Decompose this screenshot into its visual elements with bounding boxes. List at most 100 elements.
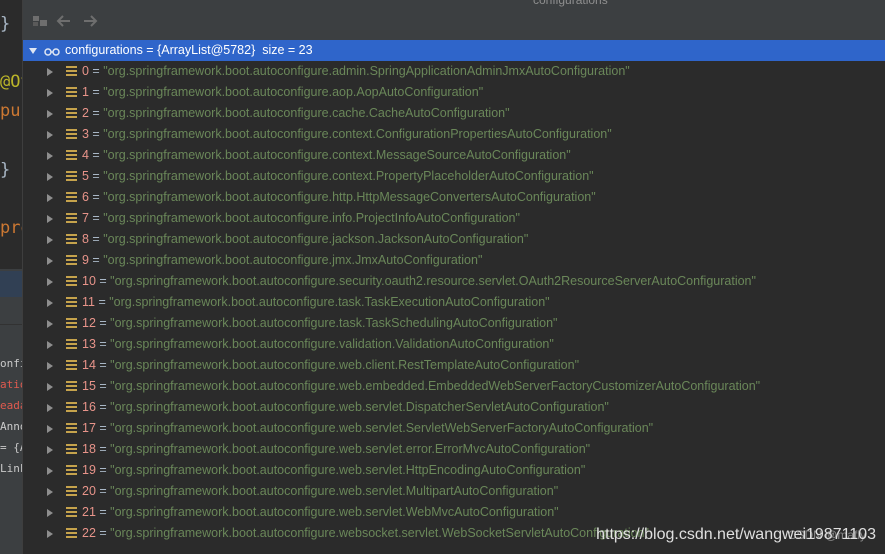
root-name: configurations — [65, 43, 143, 57]
expand-arrow-icon[interactable] — [47, 341, 53, 349]
item-label: 18 = "org.springframework.boot.autoconfi… — [82, 439, 590, 460]
item-value: "org.springframework.boot.autoconfigure.… — [110, 400, 609, 414]
item-equals: = — [88, 211, 104, 225]
expand-arrow-icon[interactable] — [47, 425, 53, 433]
list-field-icon — [66, 234, 77, 245]
item-index: 8 — [82, 232, 89, 246]
item-label: 6 = "org.springframework.boot.autoconfig… — [82, 187, 596, 208]
tree-item-row[interactable]: 16 = "org.springframework.boot.autoconfi… — [23, 397, 885, 418]
expand-arrow-icon[interactable] — [47, 362, 53, 370]
item-value: "org.springframework.boot.autoconfigure.… — [110, 442, 591, 456]
tree-item-row[interactable]: 12 = "org.springframework.boot.autoconfi… — [23, 313, 885, 334]
back-arrow-icon[interactable] — [55, 14, 73, 30]
expand-arrow-icon[interactable] — [47, 299, 53, 307]
tree-item-row[interactable]: 10 = "org.springframework.boot.autoconfi… — [23, 271, 885, 292]
tree-item-row[interactable]: 1 = "org.springframework.boot.autoconfig… — [23, 82, 885, 103]
tree-item-row[interactable]: 17 = "org.springframework.boot.autoconfi… — [23, 418, 885, 439]
expand-arrow-icon[interactable] — [47, 467, 53, 475]
tree-item-row[interactable]: 5 = "org.springframework.boot.autoconfig… — [23, 166, 885, 187]
tree-item-row[interactable]: 8 = "org.springframework.boot.autoconfig… — [23, 229, 885, 250]
item-index: 3 — [82, 127, 89, 141]
expand-arrow-icon[interactable] — [47, 152, 53, 160]
expand-arrow-icon[interactable] — [47, 446, 53, 454]
item-index: 16 — [82, 400, 96, 414]
tree-item-row[interactable]: 2 = "org.springframework.boot.autoconfig… — [23, 103, 885, 124]
expand-arrow-icon[interactable] — [47, 488, 53, 496]
item-equals: = — [88, 64, 104, 78]
item-value: "org.springframework.boot.autoconfigure.… — [110, 337, 554, 351]
forward-arrow-icon[interactable] — [81, 14, 99, 30]
watch-glasses-icon — [44, 44, 60, 56]
variable-fragment: = {A — [0, 441, 22, 454]
item-index: 17 — [82, 421, 96, 435]
item-equals: = — [88, 85, 104, 99]
item-value: "org.springframework.boot.autoconfigure.… — [103, 232, 529, 246]
tree-item-row[interactable]: 7 = "org.springframework.boot.autoconfig… — [23, 208, 885, 229]
tree-item-row[interactable]: 13 = "org.springframework.boot.autoconfi… — [23, 334, 885, 355]
list-field-icon — [66, 423, 77, 434]
expand-arrow-icon[interactable] — [47, 110, 53, 118]
item-value: "org.springframework.boot.autoconfigure.… — [110, 316, 558, 330]
expand-arrow-icon[interactable] — [47, 68, 53, 76]
list-field-icon — [66, 150, 77, 161]
item-equals: = — [95, 358, 111, 372]
item-label: 21 = "org.springframework.boot.autoconfi… — [82, 502, 559, 523]
editor-line: } — [0, 160, 11, 180]
item-equals: = — [88, 169, 104, 183]
expand-arrow-icon[interactable] — [47, 194, 53, 202]
list-field-icon — [66, 108, 77, 119]
restore-layout-icon[interactable] — [31, 14, 49, 30]
list-field-icon — [66, 171, 77, 182]
tree-item-row[interactable]: 9 = "org.springframework.boot.autoconfig… — [23, 250, 885, 271]
tree-item-row[interactable]: 6 = "org.springframework.boot.autoconfig… — [23, 187, 885, 208]
tree-item-row[interactable]: 15 = "org.springframework.boot.autoconfi… — [23, 376, 885, 397]
tree-item-row[interactable]: 18 = "org.springframework.boot.autoconfi… — [23, 439, 885, 460]
expand-arrow-icon[interactable] — [47, 215, 53, 223]
item-value: "org.springframework.boot.autoconfigure.… — [110, 505, 559, 519]
list-field-icon — [66, 360, 77, 371]
expand-arrow-icon[interactable] — [47, 89, 53, 97]
list-field-icon — [66, 465, 77, 476]
item-index: 2 — [82, 106, 89, 120]
expand-arrow-icon[interactable] — [47, 509, 53, 517]
item-index: 12 — [82, 316, 96, 330]
item-equals: = — [95, 505, 111, 519]
root-size: size = 23 — [262, 43, 313, 57]
tree-item-row[interactable]: 3 = "org.springframework.boot.autoconfig… — [23, 124, 885, 145]
item-value: "org.springframework.boot.autoconfigure.… — [103, 190, 596, 204]
expand-arrow-icon[interactable] — [47, 404, 53, 412]
tree-item-row[interactable]: 4 = "org.springframework.boot.autoconfig… — [23, 145, 885, 166]
root-label: configurations = {ArrayList@5782} size =… — [65, 40, 313, 61]
item-index: 15 — [82, 379, 96, 393]
list-field-icon — [66, 318, 77, 329]
tree-root-row[interactable]: configurations = {ArrayList@5782} size =… — [23, 40, 885, 61]
left-editor-strip: } @Ov publ } pro onfig ationI eada Anno … — [0, 0, 22, 554]
tree-item-row[interactable]: 14 = "org.springframework.boot.autoconfi… — [23, 355, 885, 376]
collapse-arrow-icon[interactable] — [29, 48, 37, 54]
expand-arrow-icon[interactable] — [47, 173, 53, 181]
expand-arrow-icon[interactable] — [47, 257, 53, 265]
tree-item-row[interactable]: 19 = "org.springframework.boot.autoconfi… — [23, 460, 885, 481]
tree-item-row[interactable]: 21 = "org.springframework.boot.autoconfi… — [23, 502, 885, 523]
root-value: {ArrayList@5782} — [157, 43, 256, 57]
expand-arrow-icon[interactable] — [47, 236, 53, 244]
tree-item-row[interactable]: 20 = "org.springframework.boot.autoconfi… — [23, 481, 885, 502]
item-value: "org.springframework.boot.autoconfigure.… — [110, 463, 586, 477]
divider — [0, 324, 22, 325]
item-value: "org.springframework.boot.autoconfigure.… — [103, 148, 571, 162]
expand-arrow-icon[interactable] — [47, 383, 53, 391]
expand-arrow-icon[interactable] — [47, 320, 53, 328]
item-index: 19 — [82, 463, 96, 477]
tree-item-row[interactable]: 11 = "org.springframework.boot.autoconfi… — [23, 292, 885, 313]
list-field-icon — [66, 87, 77, 98]
expand-arrow-icon[interactable] — [47, 278, 53, 286]
expand-arrow-icon[interactable] — [47, 131, 53, 139]
list-field-icon — [66, 486, 77, 497]
item-label: 10 = "org.springframework.boot.autoconfi… — [82, 271, 756, 292]
item-label: 19 = "org.springframework.boot.autoconfi… — [82, 460, 585, 481]
expand-arrow-icon[interactable] — [47, 530, 53, 538]
item-equals: = — [95, 526, 111, 540]
item-equals: = — [95, 421, 111, 435]
tree-item-row[interactable]: 0 = "org.springframework.boot.autoconfig… — [23, 61, 885, 82]
list-field-icon — [66, 129, 77, 140]
